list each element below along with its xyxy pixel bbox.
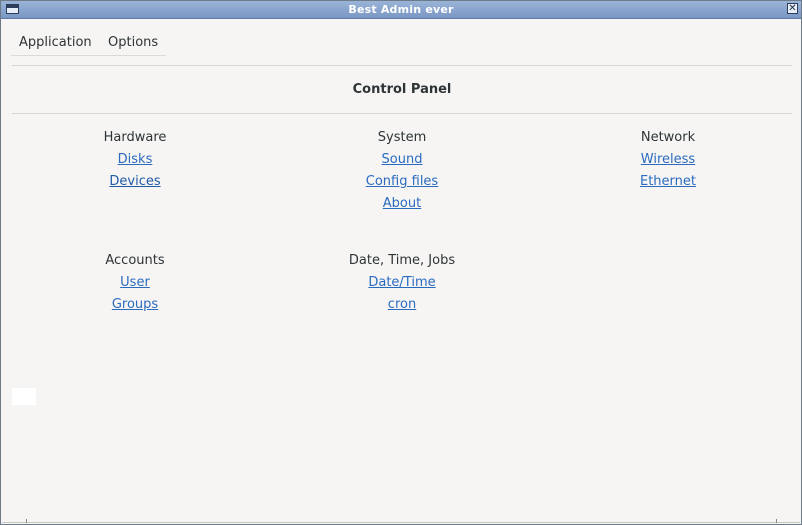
group-network: Network Wireless Ethernet xyxy=(568,129,768,195)
link-devices[interactable]: Devices xyxy=(35,173,235,195)
title-bar[interactable]: Best Admin ever ✕ xyxy=(1,1,801,19)
link-sound[interactable]: Sound xyxy=(302,151,502,173)
app-window: Best Admin ever ✕ Application Options Co… xyxy=(0,0,802,525)
group-heading-network: Network xyxy=(640,130,696,145)
menu-bar: Application Options xyxy=(11,31,166,56)
resize-grip-right[interactable] xyxy=(776,519,777,523)
page-title: Control Panel xyxy=(352,82,452,97)
link-user[interactable]: User xyxy=(35,274,235,296)
group-heading-system: System xyxy=(377,130,427,145)
link-ethernet[interactable]: Ethernet xyxy=(568,173,768,195)
group-date-time-jobs: Date, Time, Jobs Date/Time cron xyxy=(302,252,502,318)
link-disks[interactable]: Disks xyxy=(35,151,235,173)
menu-application[interactable]: Application xyxy=(19,35,92,50)
window-title: Best Admin ever xyxy=(348,3,454,16)
link-wireless[interactable]: Wireless xyxy=(568,151,768,173)
menu-options[interactable]: Options xyxy=(108,35,158,50)
link-groups[interactable]: Groups xyxy=(35,296,235,318)
separator-header xyxy=(12,113,792,114)
bottom-border xyxy=(2,522,800,523)
group-system: System Sound Config files About xyxy=(302,129,502,217)
link-about[interactable]: About xyxy=(302,195,502,217)
resize-grip-left[interactable] xyxy=(26,519,27,523)
link-date-time[interactable]: Date/Time xyxy=(302,274,502,296)
link-cron[interactable]: cron xyxy=(302,296,502,318)
status-area xyxy=(12,388,36,405)
group-hardware: Hardware Disks Devices xyxy=(35,129,235,195)
group-heading-date-time-jobs: Date, Time, Jobs xyxy=(348,253,456,268)
group-heading-hardware: Hardware xyxy=(103,130,167,145)
link-config-files[interactable]: Config files xyxy=(302,173,502,195)
close-icon[interactable]: ✕ xyxy=(787,3,798,14)
group-heading-accounts: Accounts xyxy=(105,253,165,268)
separator-top xyxy=(12,65,792,66)
group-accounts: Accounts User Groups xyxy=(35,252,235,318)
